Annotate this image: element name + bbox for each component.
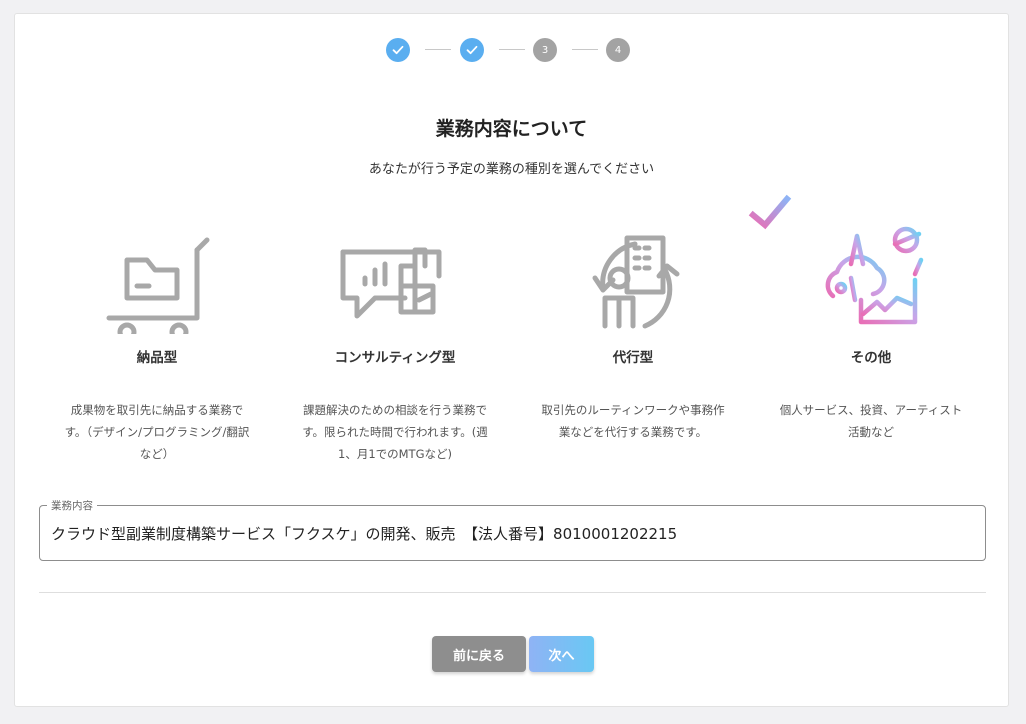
check-icon	[392, 45, 404, 55]
option-agency[interactable]: 代行型 取引先のルーティンワークや事務作業などを代行する業務です。	[528, 194, 738, 484]
step-connector	[499, 49, 525, 50]
option-description: 個人サービス、投資、アーティスト活動など	[779, 403, 963, 439]
delivery-cart-icon	[106, 237, 210, 334]
agency-cycle-icon	[592, 235, 680, 329]
step-2-completed	[460, 38, 484, 62]
business-content-field[interactable]: 業務内容 クラウド型副業制度構築サービス「フクスケ」の開発、販売 【法人番号】8…	[39, 498, 986, 561]
back-button[interactable]: 前に戻る	[432, 636, 526, 672]
option-label: その他	[850, 350, 892, 366]
selected-check-icon	[748, 194, 792, 230]
option-description: 成果物を取引先に納品する業務です。（デザイン/プログラミング/翻訳など）	[64, 403, 250, 461]
form-card: 3 4 業務内容について あなたが行う予定の業務の種別を選んでください 納品型 …	[14, 13, 1009, 707]
option-delivery[interactable]: 納品型 成果物を取引先に納品する業務です。（デザイン/プログラミング/翻訳など）	[52, 194, 262, 484]
option-label: コンサルティング型	[334, 350, 456, 366]
option-consulting[interactable]: コンサルティング型 課題解決のための相談を行う業務です。限られた時間で行われます…	[290, 194, 500, 484]
option-description: 取引先のルーティンワークや事務作業などを代行する業務です。	[541, 403, 725, 439]
divider	[39, 592, 986, 593]
page-subtitle: あなたが行う予定の業務の種別を選んでください	[368, 162, 655, 177]
option-description: 課題解決のための相談を行う業務です。限られた時間で行われます。(週1、月1でのM…	[302, 403, 488, 461]
next-button[interactable]: 次へ	[529, 636, 594, 672]
step-connector	[425, 49, 451, 50]
step-4: 4	[606, 38, 630, 62]
check-icon	[466, 45, 478, 55]
option-label: 納品型	[136, 350, 178, 366]
other-activities-icon	[825, 226, 924, 325]
business-content-input[interactable]: クラウド型副業制度構築サービス「フクスケ」の開発、販売 【法人番号】801000…	[51, 523, 677, 544]
business-content-label: 業務内容	[47, 498, 97, 513]
step-1-completed	[386, 38, 410, 62]
option-label: 代行型	[612, 350, 654, 366]
consulting-chat-icon	[340, 247, 442, 319]
step-connector	[572, 49, 598, 50]
option-other[interactable]: その他 個人サービス、投資、アーティスト活動など	[748, 194, 976, 484]
step-3: 3	[533, 38, 557, 62]
page-title: 業務内容について	[435, 118, 588, 140]
